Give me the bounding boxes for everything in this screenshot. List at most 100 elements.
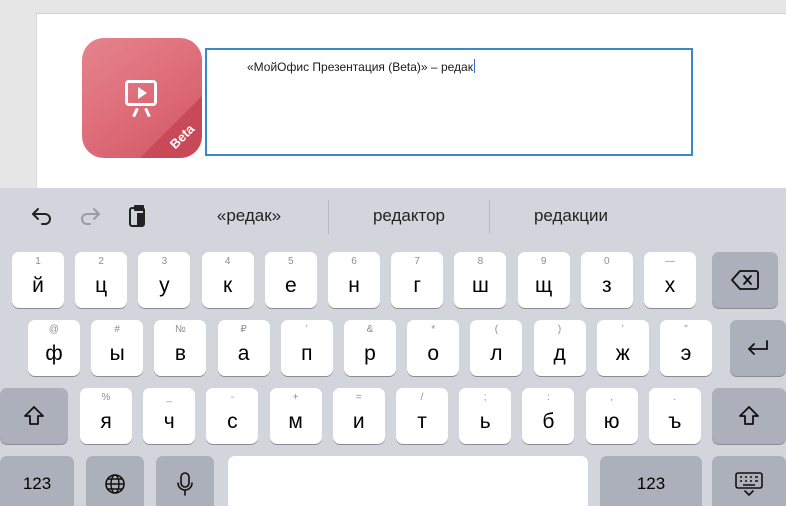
key-х[interactable]: — х bbox=[644, 252, 696, 308]
key-secondary-label: 1 bbox=[35, 256, 41, 267]
key-л[interactable]: (л bbox=[470, 320, 523, 376]
clipboard-icon[interactable] bbox=[124, 202, 152, 230]
key-label: е bbox=[284, 274, 297, 297]
key-secondary-label: , bbox=[610, 392, 613, 403]
key-secondary-label: @ bbox=[48, 324, 60, 335]
numbers-key-label: 123 bbox=[22, 474, 52, 493]
key-label: ъ bbox=[668, 410, 682, 433]
key-п[interactable]: ’ п bbox=[280, 320, 333, 376]
suggestion-divider bbox=[328, 200, 329, 234]
key-label: э bbox=[680, 342, 692, 365]
return-icon bbox=[748, 340, 768, 355]
suggestion-3[interactable]: редакции bbox=[500, 206, 642, 226]
space-key[interactable] bbox=[228, 456, 588, 506]
suggestion-1[interactable]: «редак» bbox=[190, 206, 308, 226]
key-secondary-label: ; bbox=[483, 392, 487, 403]
key-label: т bbox=[417, 410, 427, 433]
key-ь[interactable]: ; ь bbox=[459, 388, 512, 444]
undo-icon[interactable] bbox=[28, 202, 56, 230]
key-secondary-label: ’ bbox=[621, 324, 624, 335]
key-label: в bbox=[174, 342, 186, 365]
numbers-right-key[interactable]: 123 bbox=[600, 456, 702, 506]
key-secondary-label: * bbox=[431, 324, 436, 335]
key-к[interactable]: 4к bbox=[201, 252, 254, 308]
key-secondary-label: — bbox=[665, 256, 675, 267]
key-й[interactable]: 1й bbox=[12, 252, 64, 308]
backspace-icon[interactable] bbox=[712, 252, 778, 308]
key-а[interactable]: ₽ а bbox=[217, 320, 270, 376]
microphone-key[interactable] bbox=[156, 456, 214, 506]
backspace-icon bbox=[731, 270, 759, 290]
key-secondary-label: / bbox=[420, 392, 424, 403]
key-н[interactable]: 6н bbox=[328, 252, 380, 308]
key-secondary-label: ( bbox=[494, 324, 499, 335]
globe-key[interactable] bbox=[86, 456, 144, 506]
key-э[interactable]: ” э bbox=[660, 320, 712, 376]
key-label: ь bbox=[479, 410, 491, 433]
key-з[interactable]: 0з bbox=[580, 252, 633, 308]
text-box[interactable]: «МойОфис Презентация (Beta)» – редак bbox=[205, 48, 693, 156]
key-label: с bbox=[227, 410, 238, 433]
key-secondary-label: = bbox=[355, 392, 362, 403]
key-д[interactable]: ) д bbox=[533, 320, 586, 376]
text-content[interactable]: «МойОфис Презентация (Beta)» – редак bbox=[247, 60, 473, 74]
key-и[interactable]: = и bbox=[332, 388, 385, 444]
key-secondary-label: : bbox=[547, 392, 550, 403]
key-ч[interactable]: _ ч bbox=[143, 388, 196, 444]
key-secondary-label: % bbox=[101, 392, 111, 403]
key-secondary-label: _ bbox=[166, 392, 172, 403]
key-label: м bbox=[288, 410, 303, 433]
key-б[interactable]: :б bbox=[522, 388, 575, 444]
key-я[interactable]: % я bbox=[80, 388, 132, 444]
key-label: г bbox=[413, 274, 422, 297]
key-secondary-label: ” bbox=[684, 324, 688, 335]
key-ц[interactable]: 2ц bbox=[75, 252, 128, 308]
key-у[interactable]: 3у bbox=[138, 252, 191, 308]
key-щ[interactable]: 9щ bbox=[517, 252, 570, 308]
key-о[interactable]: * о bbox=[407, 320, 460, 376]
key-ю[interactable]: ,ю bbox=[585, 388, 638, 444]
return-icon[interactable] bbox=[730, 320, 786, 376]
key-secondary-label: 2 bbox=[98, 256, 104, 267]
suggestion-2[interactable]: редактор bbox=[338, 206, 480, 226]
numbers-left-key[interactable]: 123 bbox=[0, 456, 74, 506]
key-label: ц bbox=[95, 274, 108, 297]
onscreen-keyboard: «редак» редактор редакции 1й2ц3у4к5е6н7г… bbox=[0, 188, 786, 506]
screen: Beta «МойОфис Презентация (Beta)» – реда… bbox=[0, 0, 786, 506]
key-е[interactable]: 5е bbox=[264, 252, 317, 308]
text-content-line[interactable]: «МойОфис Презентация (Beta)» – редак bbox=[247, 59, 475, 74]
key-ж[interactable]: ’ ж bbox=[596, 320, 649, 376]
key-ъ[interactable]: .ъ bbox=[648, 388, 701, 444]
suggestion-divider bbox=[489, 200, 490, 234]
key-label: а bbox=[237, 342, 250, 365]
key-т[interactable]: / т bbox=[396, 388, 448, 444]
shift-left-key[interactable] bbox=[0, 388, 68, 444]
key-secondary-label: 4 bbox=[224, 256, 231, 267]
key-г[interactable]: 7г bbox=[391, 252, 444, 308]
key-label: я bbox=[100, 410, 112, 433]
app-icon-image[interactable]: Beta bbox=[82, 38, 202, 158]
globe-icon bbox=[105, 474, 125, 494]
key-label: ю bbox=[603, 410, 620, 433]
shift-right-key[interactable] bbox=[712, 388, 786, 444]
key-label: ы bbox=[109, 342, 125, 365]
key-label: к bbox=[223, 274, 233, 297]
key-label: х bbox=[664, 274, 676, 297]
keyboard-dismiss-key[interactable] bbox=[712, 456, 786, 506]
key-secondary-label: 0 bbox=[604, 256, 610, 267]
key-м[interactable]: + м bbox=[269, 388, 322, 444]
key-secondary-label: # bbox=[114, 324, 120, 335]
key-в[interactable]: № в bbox=[154, 320, 207, 376]
key-label: щ bbox=[534, 274, 553, 297]
keyboard-toolbar: «редак» редактор редакции bbox=[0, 188, 786, 244]
key-label: д bbox=[553, 342, 566, 365]
redo-icon[interactable] bbox=[76, 202, 104, 230]
key-ш[interactable]: 8ш bbox=[454, 252, 507, 308]
key-label: у bbox=[159, 274, 170, 297]
key-ы[interactable]: # ы bbox=[91, 320, 144, 376]
key-secondary-label: ’ bbox=[305, 324, 308, 335]
key-с[interactable]: -с bbox=[206, 388, 259, 444]
key-secondary-label: № bbox=[175, 324, 186, 335]
key-ф[interactable]: @ ф bbox=[28, 320, 80, 376]
key-р[interactable]: & р bbox=[344, 320, 396, 376]
